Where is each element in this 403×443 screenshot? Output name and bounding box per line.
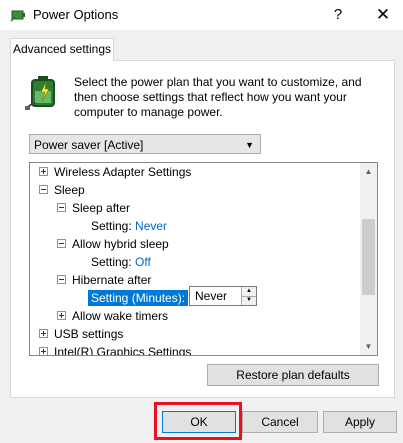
expand-icon[interactable] [57,311,66,321]
power-options-dialog: Power Options ? ✕ Advanced settings Sele… [0,0,403,443]
power-plan-select-value: Power saver [Active] [34,138,144,152]
settings-tree[interactable]: Wireless Adapter Settings Sleep Sleep af… [29,162,378,356]
expand-icon[interactable] [39,347,48,355]
cancel-button[interactable]: Cancel [242,411,318,433]
tree-item-intel-graphics-settings[interactable]: Intel(R) Graphics Settings [39,343,191,355]
collapse-icon[interactable] [57,203,66,213]
tree-item-hybrid-sleep-setting[interactable]: Setting: Off [91,253,151,271]
apply-button[interactable]: Apply [323,411,397,433]
help-button[interactable]: ? [327,4,349,26]
collapse-icon[interactable] [57,239,66,249]
tree-item-allow-wake-timers[interactable]: Allow wake timers [57,307,168,325]
tree-item-hibernate-after[interactable]: Hibernate after [57,271,151,289]
tree-item-sleep[interactable]: Sleep [39,181,85,199]
hibernate-minutes-spinner[interactable]: Never ▲ ▼ [189,286,257,306]
vertical-scrollbar[interactable]: ▲ ▼ [360,163,377,355]
power-plan-select[interactable]: Power saver [Active] ▼ [29,134,261,154]
collapse-icon[interactable] [57,275,66,285]
spin-down-icon[interactable]: ▼ [242,296,256,305]
hybrid-sleep-value[interactable]: Off [135,255,151,269]
tree-item-sleep-after-setting[interactable]: Setting: Never [91,217,167,235]
expand-icon[interactable] [39,167,48,177]
sleep-after-value[interactable]: Never [135,219,167,233]
chevron-down-icon[interactable]: ▼ [245,135,254,155]
window-title: Power Options [33,7,119,22]
tree-item-usb-settings[interactable]: USB settings [39,325,123,343]
hibernate-setting-label: Setting (Minutes): [88,290,189,306]
tree-item-allow-hybrid-sleep[interactable]: Allow hybrid sleep [57,235,169,253]
tree-item-wireless-adapter-settings[interactable]: Wireless Adapter Settings [39,163,191,181]
scroll-down-icon[interactable]: ▼ [360,338,377,355]
ok-button[interactable]: OK [162,411,236,433]
scrollbar-thumb[interactable] [362,219,375,295]
close-button[interactable]: ✕ [370,4,396,26]
collapse-icon[interactable] [39,185,48,195]
battery-power-icon [25,76,55,110]
scroll-up-icon[interactable]: ▲ [360,163,377,180]
plan-description: Select the power plan that you want to c… [74,75,362,119]
tab-advanced-settings[interactable]: Advanced settings [10,38,114,61]
tree-item-sleep-after[interactable]: Sleep after [57,199,130,217]
tree-item-hibernate-setting[interactable]: Setting (Minutes): [88,289,189,307]
restore-plan-defaults-button[interactable]: Restore plan defaults [207,364,379,386]
hibernate-minutes-value[interactable]: Never [195,289,227,303]
title-bar: Power Options ? ✕ [0,0,403,30]
expand-icon[interactable] [39,329,48,339]
spinner-buttons: ▲ ▼ [241,287,256,305]
power-options-icon [10,10,25,22]
